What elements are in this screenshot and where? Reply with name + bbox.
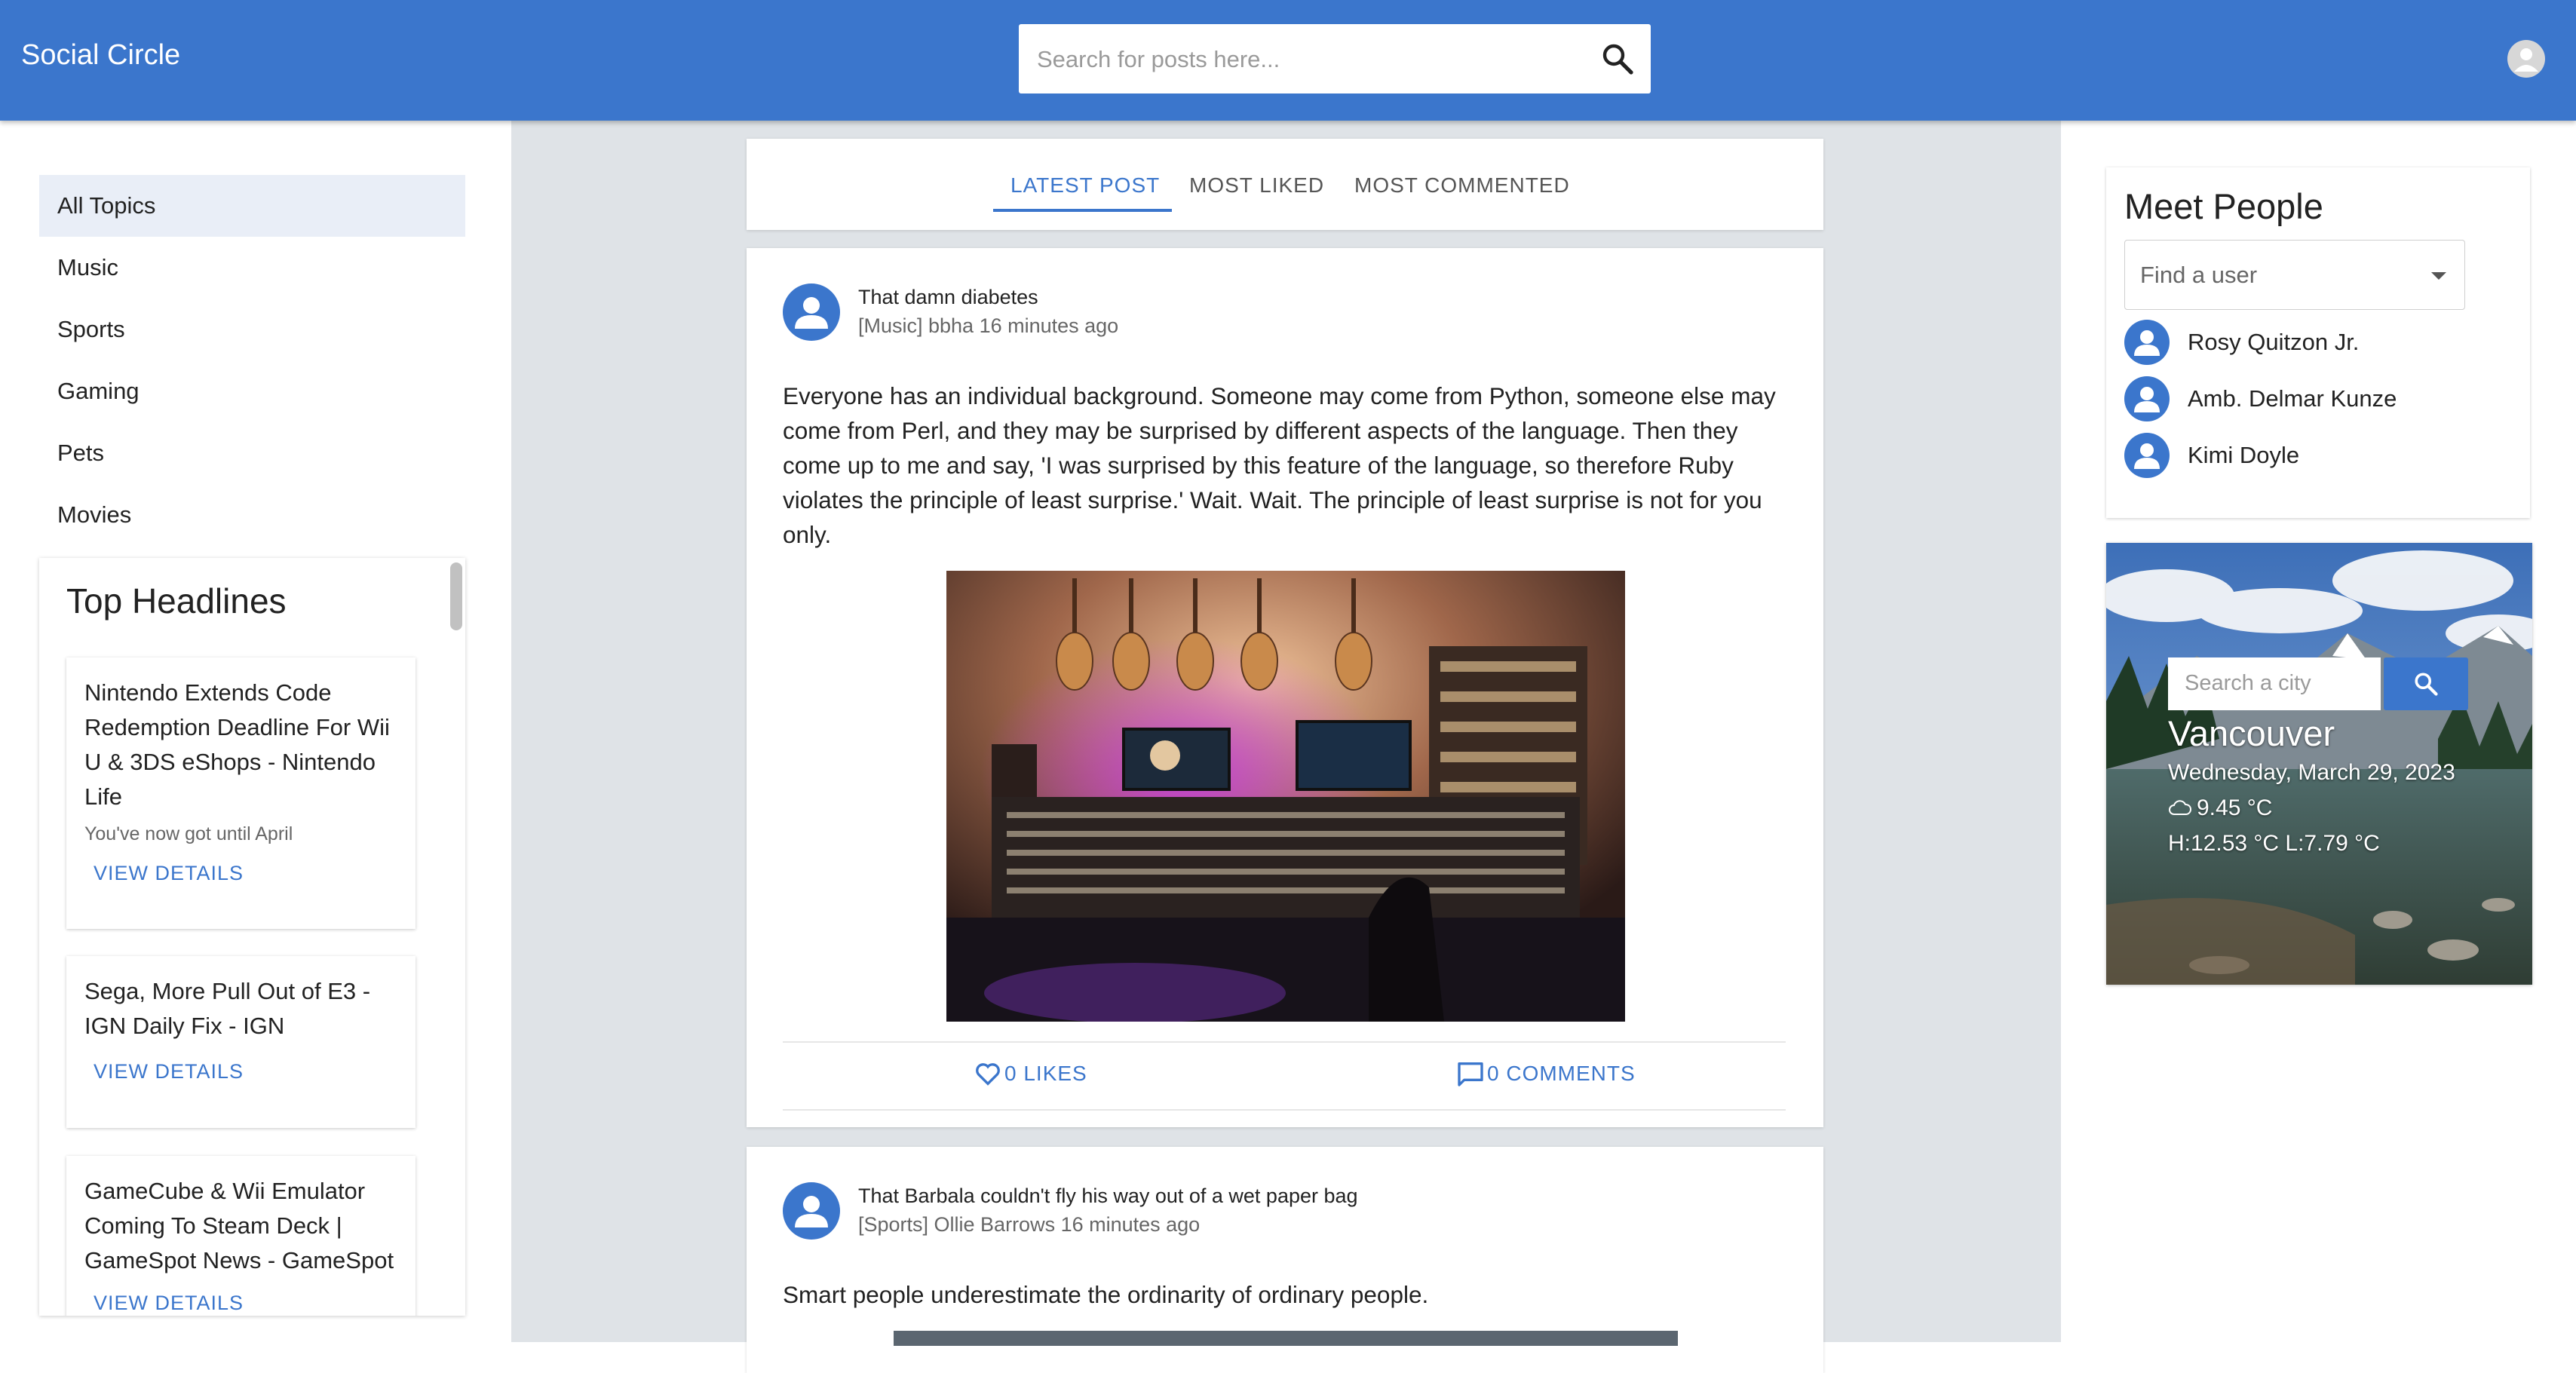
headline-title: GameCube & Wii Emulator Coming To Steam …	[84, 1178, 394, 1273]
topic-movies[interactable]: Movies	[39, 484, 465, 546]
topic-music[interactable]: Music	[39, 237, 465, 299]
active-tab-indicator	[993, 209, 1172, 212]
headline-title: Sega, More Pull Out of E3 - IGN Daily Fi…	[84, 978, 371, 1039]
weather-widget: Vancouver Wednesday, March 29, 2023 9.45…	[2106, 543, 2532, 985]
app-title[interactable]: Social Circle	[21, 39, 180, 72]
user-avatar-icon[interactable]	[783, 1182, 840, 1240]
comment-count: 0 COMMENTS	[1487, 1062, 1636, 1085]
post-body: Everyone has an individual background. S…	[783, 382, 1776, 548]
find-user-select[interactable]: Find a user	[2124, 240, 2465, 310]
app-bar: Social Circle	[0, 0, 2576, 121]
headline-title: Nintendo Extends Code Redemption Deadlin…	[84, 679, 390, 810]
topic-sports[interactable]: Sports	[39, 299, 465, 360]
user-avatar-icon[interactable]	[783, 283, 840, 341]
post-divider	[783, 1109, 1786, 1111]
meet-people-title: Meet People	[2124, 186, 2323, 226]
user-avatar-icon	[2124, 433, 2170, 478]
post-image[interactable]	[946, 571, 1625, 1022]
city-search-button[interactable]	[2384, 657, 2468, 710]
weather-date: Wednesday, March 29, 2023	[2168, 760, 2455, 785]
weather-temperature-row: 9.45 °C	[2168, 795, 2272, 821]
account-avatar-icon[interactable]	[2507, 40, 2545, 78]
tab-most-liked[interactable]: MOST LIKED	[1189, 173, 1324, 198]
weather-high-low: H:12.53 °C L:7.79 °C	[2168, 831, 2380, 856]
post-image[interactable]	[894, 1331, 1678, 1346]
person-name: Amb. Delmar Kunze	[2188, 385, 2397, 412]
post-meta: [Music] bbha 16 minutes ago	[858, 314, 1119, 337]
post-meta: [Sports] Ollie Barrows 16 minutes ago	[858, 1213, 1201, 1236]
post-body: Smart people underestimate the ordinarit…	[783, 1281, 1429, 1308]
headline-card: Sega, More Pull Out of E3 - IGN Daily Fi…	[66, 956, 416, 1128]
topic-pets[interactable]: Pets	[39, 422, 465, 484]
topic-list: All Topics Music Sports Gaming Pets Movi…	[39, 175, 465, 546]
like-count: 0 LIKES	[1004, 1062, 1087, 1085]
comment-button[interactable]: 0 COMMENTS	[1455, 1059, 1636, 1089]
sort-tabs: LATEST POST MOST LIKED MOST COMMENTED	[747, 139, 1823, 230]
search-input[interactable]	[1035, 24, 1566, 95]
post-card: That damn diabetes [Music] bbha 16 minut…	[747, 248, 1823, 1127]
search-icon[interactable]	[1599, 41, 1636, 77]
headline-card: GameCube & Wii Emulator Coming To Steam …	[66, 1156, 416, 1316]
headline-card: Nintendo Extends Code Redemption Deadlin…	[66, 657, 416, 929]
dropdown-arrow-icon	[2431, 272, 2446, 280]
city-search-input[interactable]	[2183, 657, 2382, 709]
user-avatar-icon	[2124, 320, 2170, 365]
search-bar	[1019, 24, 1651, 95]
headline-description: You've now got until April	[84, 823, 293, 844]
tab-latest-post[interactable]: LATEST POST	[1010, 173, 1160, 198]
top-headlines-panel: Top Headlines Nintendo Extends Code Rede…	[39, 558, 465, 1316]
post-card: That Barbala couldn't fly his way out of…	[747, 1147, 1823, 1373]
tab-most-commented[interactable]: MOST COMMENTED	[1354, 173, 1570, 198]
view-details-button[interactable]: VIEW DETAILS	[94, 1292, 397, 1315]
topic-all-topics[interactable]: All Topics	[39, 175, 465, 237]
headlines-title: Top Headlines	[66, 581, 287, 621]
post-divider	[783, 1041, 1786, 1043]
person-name: Rosy Quitzon Jr.	[2188, 329, 2360, 355]
view-details-button[interactable]: VIEW DETAILS	[94, 862, 397, 885]
user-avatar-icon	[2124, 376, 2170, 421]
weather-temp: 9.45 °C	[2197, 795, 2273, 820]
comment-icon	[1458, 1062, 1483, 1086]
meet-people-panel: Meet People Find a user Rosy Quitzon Jr.…	[2106, 167, 2530, 518]
topic-gaming[interactable]: Gaming	[39, 360, 465, 422]
city-search-box	[2168, 657, 2382, 710]
headlines-scrollbar[interactable]	[450, 562, 462, 630]
heart-icon	[976, 1063, 1000, 1086]
person-name: Kimi Doyle	[2188, 442, 2300, 468]
post-title[interactable]: That damn diabetes	[858, 286, 1038, 309]
find-user-placeholder: Find a user	[2140, 262, 2258, 288]
cloud-icon	[2169, 800, 2191, 815]
like-button[interactable]: 0 LIKES	[973, 1059, 1087, 1089]
post-title[interactable]: That Barbala couldn't fly his way out of…	[858, 1185, 1358, 1208]
view-details-button[interactable]: VIEW DETAILS	[94, 1060, 397, 1083]
weather-city: Vancouver	[2168, 713, 2335, 753]
search-icon	[2415, 673, 2438, 696]
